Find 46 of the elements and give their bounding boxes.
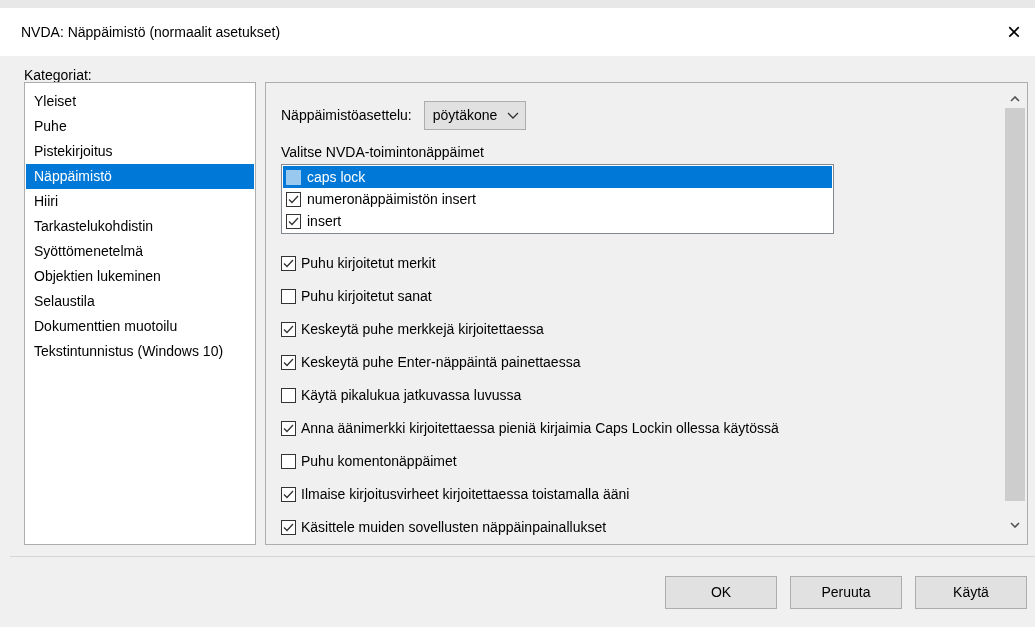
checkbox[interactable] [281, 289, 296, 304]
layout-label: Näppäimistöasettelu: [281, 106, 412, 126]
modifier-key-item[interactable]: caps lock [283, 166, 832, 188]
category-item[interactable]: Selaustila [26, 289, 254, 314]
checkbox-label[interactable]: Käytä pikalukua jatkuvassa luvussa [301, 385, 522, 406]
checkbox[interactable] [281, 487, 296, 502]
checkbox-label[interactable]: Käsittele muiden sovellusten näppäinpainallukset [301, 517, 607, 538]
dialog-button[interactable]: Peruuta [790, 576, 902, 609]
checkbox-label[interactable]: Puhu kirjoitetut merkit [301, 253, 436, 274]
dialog-button[interactable]: OK [665, 576, 777, 609]
category-item[interactable]: Tarkastelukohdistin [26, 214, 254, 239]
checkbox-label[interactable]: Ilmaise kirjoitusvirheet kirjoitettaessa toistamalla ääni [301, 484, 630, 505]
chevron-down-icon [507, 111, 520, 120]
checkbox[interactable] [281, 322, 296, 337]
dialog-button[interactable]: Käytä [915, 576, 1027, 609]
layout-dropdown[interactable]: pöytäkone [423, 101, 527, 131]
modifier-key-item[interactable]: numeronäppäimistön insert [283, 188, 832, 210]
checkbox[interactable] [281, 355, 296, 370]
checkbox[interactable] [281, 388, 296, 403]
category-item[interactable]: Puhe [26, 114, 254, 139]
category-item[interactable]: Näppäimistö [26, 164, 254, 189]
close-button[interactable]: × [999, 20, 1029, 44]
checkbox[interactable] [281, 520, 296, 535]
checkbox[interactable] [281, 454, 296, 469]
checkbox-label[interactable]: Puhu komentonäppäimet [301, 451, 457, 472]
checkbox-label[interactable]: Anna äänimerkki kirjoitettaessa pieniä kirjaimia Caps Lockin ollessa käytössä [301, 418, 779, 439]
category-item[interactable]: Dokumenttien muotoilu [26, 314, 254, 339]
checkbox[interactable] [286, 213, 301, 229]
checkbox[interactable] [286, 191, 301, 207]
category-item[interactable]: Syöttömenetelmä [26, 239, 254, 264]
scroll-down-icon[interactable] [1010, 522, 1020, 528]
categories-label: Kategoriat: [24, 67, 92, 83]
modifier-key-item[interactable]: insert [283, 210, 832, 232]
category-item[interactable]: Yleiset [26, 89, 254, 114]
modifier-keys-label: Valitse NVDA-toimintonäppäimet [281, 144, 484, 161]
category-item[interactable]: Tekstintunnistus (Windows 10) [26, 339, 254, 364]
checkbox-label[interactable]: Keskeytä puhe merkkejä kirjoitettaessa [301, 319, 544, 340]
window-title: NVDA: Näppäimistö (normaalit asetukset) [21, 22, 281, 42]
checkbox-label[interactable]: Keskeytä puhe Enter-näppäintä painettaessa [301, 352, 581, 373]
scroll-up-icon[interactable] [1010, 96, 1020, 102]
category-item[interactable]: Objektien lukeminen [26, 264, 254, 289]
checkbox[interactable] [281, 256, 296, 271]
checkbox-label[interactable]: Puhu kirjoitetut sanat [301, 286, 432, 307]
category-item[interactable]: Hiiri [26, 189, 254, 214]
category-item[interactable]: Pistekirjoitus [26, 139, 254, 164]
checkbox[interactable] [281, 421, 296, 436]
